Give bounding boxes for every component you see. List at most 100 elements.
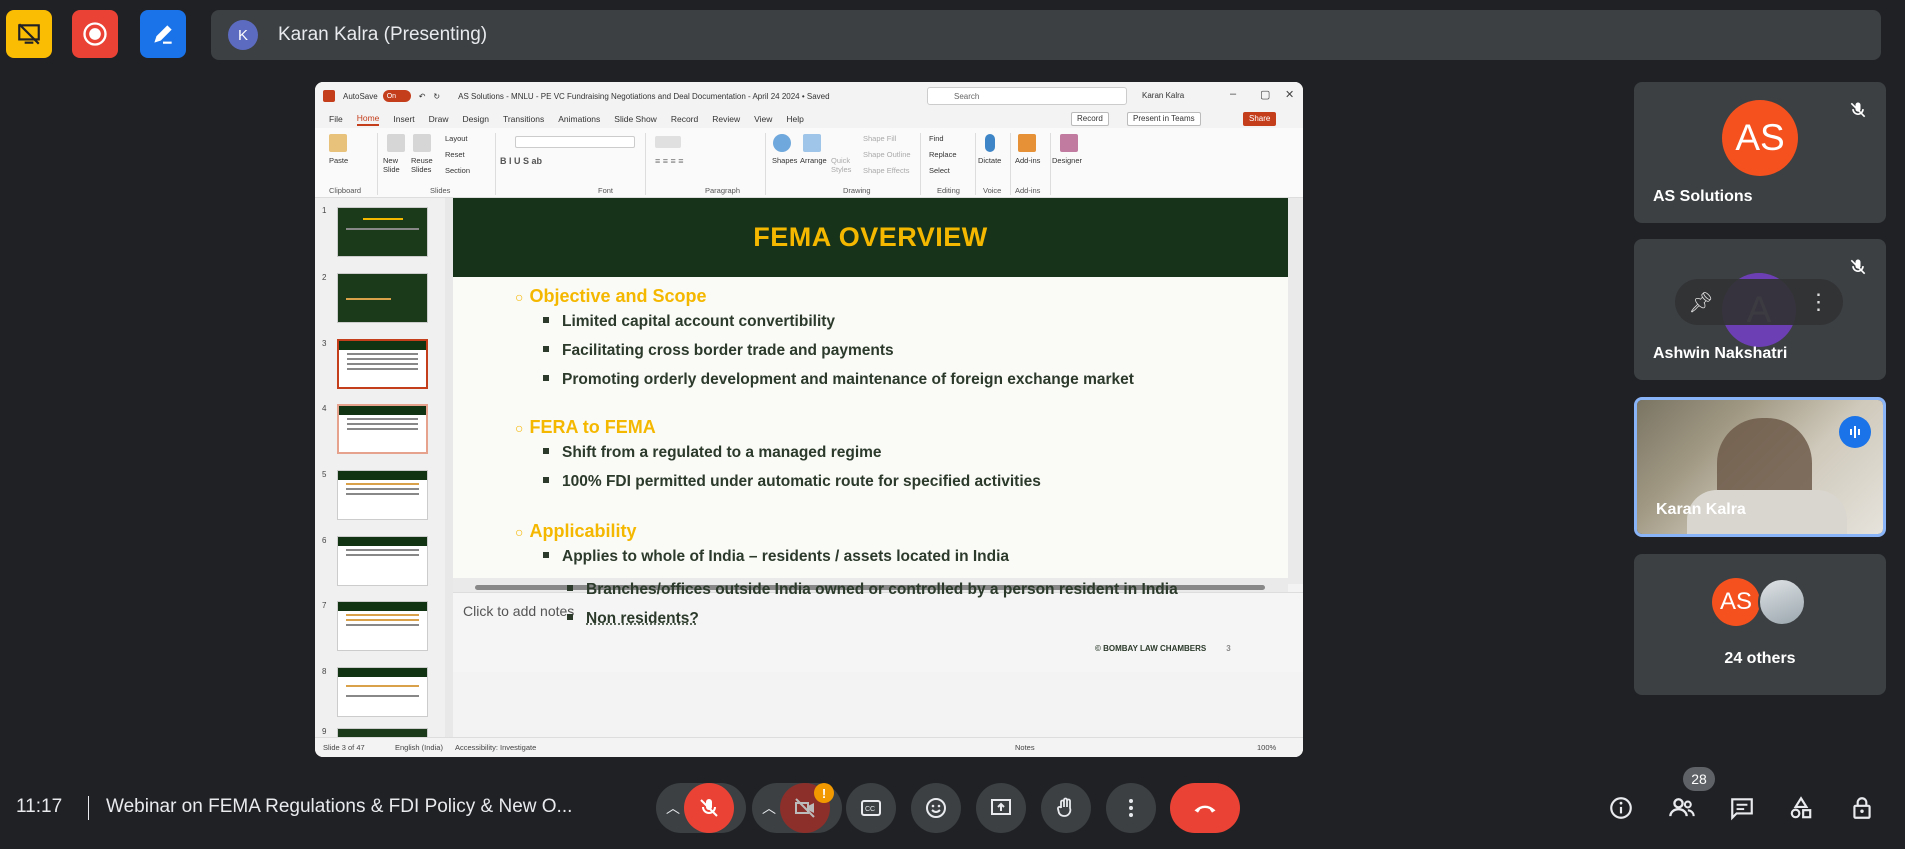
font-format-buttons[interactable]: B I U S ab [500,156,630,168]
slide-thumbnails: 1 2 3 4 5 6 7 8 9 [315,198,445,738]
menu-transitions[interactable]: Transitions [503,114,544,124]
autosave-toggle[interactable]: On [382,90,411,102]
menu-help[interactable]: Help [786,114,803,124]
participant-tile-as-solutions[interactable]: AS AS Solutions [1634,82,1886,223]
annotate-button[interactable] [140,10,186,58]
chat-icon [1731,798,1753,821]
share-button[interactable]: Share [1243,112,1277,126]
menu-review[interactable]: Review [712,114,740,124]
notes-pane[interactable]: Click to add notes [453,592,1303,672]
menu-file[interactable]: File [329,114,343,124]
close-icon[interactable]: ✕ [1285,88,1294,101]
group-slides: Slides [430,186,451,195]
menu-home[interactable]: Home [356,113,380,126]
paste-label: Paste [329,156,349,165]
language-indicator[interactable]: English (India) [395,743,443,752]
present-button[interactable] [976,783,1026,833]
add-ins-label: Add-ins [1015,156,1041,165]
select-button[interactable]: Select [929,166,950,175]
participant-name: Karan Kalra [1656,501,1746,518]
leave-call-button[interactable] [1170,783,1240,833]
replace-button[interactable]: Replace [929,150,957,159]
shape-outline-button[interactable]: Shape Outline [863,150,911,159]
align-buttons[interactable]: ≡ ≡ ≡ ≡ [655,156,745,168]
layout-button[interactable]: Layout [445,134,468,143]
reactions-button[interactable] [911,783,961,833]
slide-thumb-2[interactable] [337,273,428,323]
paste-icon[interactable] [329,134,347,152]
meeting-details-button[interactable] [1605,792,1637,824]
accessibility-status[interactable]: Accessibility: Investigate [455,743,536,752]
minimize-icon[interactable]: – [1230,88,1236,100]
record-icon [83,22,107,46]
ppt-search-input[interactable]: Search [927,87,1127,105]
reset-button[interactable]: Reset [445,150,465,159]
bullet-item: Applies to whole of India – residents / … [543,548,1009,566]
menu-draw[interactable]: Draw [429,114,449,124]
quick-styles-label[interactable]: Quick Styles [831,156,857,174]
present-in-teams-button[interactable]: Present in Teams [1127,112,1201,126]
menu-insert[interactable]: Insert [393,114,414,124]
new-slide-icon[interactable] [387,134,405,152]
chat-button[interactable] [1726,792,1758,824]
shape-fill-button[interactable]: Shape Fill [863,134,896,143]
shapes-icon[interactable] [773,134,791,152]
record-button[interactable]: Record [1071,112,1109,126]
designer-icon[interactable] [1060,134,1078,152]
raise-hand-button[interactable] [1041,783,1091,833]
more-options-icon[interactable]: ⋮ [1808,289,1830,315]
section-button[interactable]: Section [445,166,470,175]
slide-thumb-5[interactable] [337,470,428,520]
thumbs-scrollbar[interactable] [445,198,453,738]
notes-toggle[interactable]: Notes [1015,743,1035,752]
find-button[interactable]: Find [929,134,944,143]
shapes-label: Shapes [772,156,798,165]
recording-button[interactable] [72,10,118,58]
slide-thumb-1[interactable] [337,207,428,257]
presenter-label: Karan Kalra (Presenting) [278,24,488,45]
reuse-slides-icon[interactable] [413,134,431,152]
participant-tile-others[interactable]: AS 24 others [1634,554,1886,695]
bullet-item: Shift from a regulated to a managed regi… [543,444,882,462]
chevron-up-icon[interactable]: ︿ [666,798,680,818]
redo-icon[interactable]: ↻ [433,92,440,101]
font-name-select[interactable] [515,136,635,148]
shape-effects-button[interactable]: Shape Effects [863,166,910,175]
slide-thumb-3[interactable] [337,339,428,389]
host-controls-button[interactable] [1846,792,1878,824]
doc-title[interactable]: AS Solutions - MNLU - PE VC Fundraising … [458,92,829,101]
maximize-icon[interactable]: ▢ [1260,88,1270,101]
participant-tile-ashwin[interactable]: A 📌︎ ⋮ Ashwin Nakshatri [1634,239,1886,380]
menu-record[interactable]: Record [671,114,698,124]
menu-design[interactable]: Design [463,114,489,124]
menu-slide-show[interactable]: Slide Show [614,114,657,124]
more-options-button[interactable] [1106,783,1156,833]
ppt-user-name[interactable]: Karan Kalra [1142,91,1184,100]
mic-toggle-button[interactable] [684,783,734,833]
captions-button[interactable]: CC [846,783,896,833]
participant-count-badge: 28 [1683,767,1715,791]
slide-thumb-7[interactable] [337,601,428,651]
add-ins-icon[interactable] [1018,134,1036,152]
participant-tile-karan[interactable]: Karan Kalra [1634,397,1886,537]
presentation-off-icon [18,23,40,45]
stop-presenting-button[interactable] [6,10,52,58]
pin-icon[interactable]: 📌︎ [1688,290,1713,315]
undo-icon[interactable]: ↶ [419,92,426,101]
bullets-icon[interactable] [655,136,681,148]
presenter-bar[interactable]: K Karan Kalra (Presenting) [211,10,1881,60]
activities-button[interactable] [1785,792,1817,824]
microphone-icon[interactable] [985,134,995,152]
current-slide[interactable]: FEMA OVERVIEW ○ Objective and Scope Limit… [453,198,1288,578]
people-button[interactable] [1666,792,1698,824]
zoom-level[interactable]: 100% [1257,743,1276,752]
slide-thumb-6[interactable] [337,536,428,586]
chevron-up-icon[interactable]: ︿ [762,798,776,818]
arrange-icon[interactable] [803,134,821,152]
menu-view[interactable]: View [754,114,772,124]
slide-thumb-8[interactable] [337,667,428,717]
slide-thumb-4[interactable] [337,404,428,454]
tile-hover-controls: 📌︎ ⋮ [1675,279,1843,325]
menu-animations[interactable]: Animations [558,114,600,124]
thumb-number: 2 [322,273,327,282]
